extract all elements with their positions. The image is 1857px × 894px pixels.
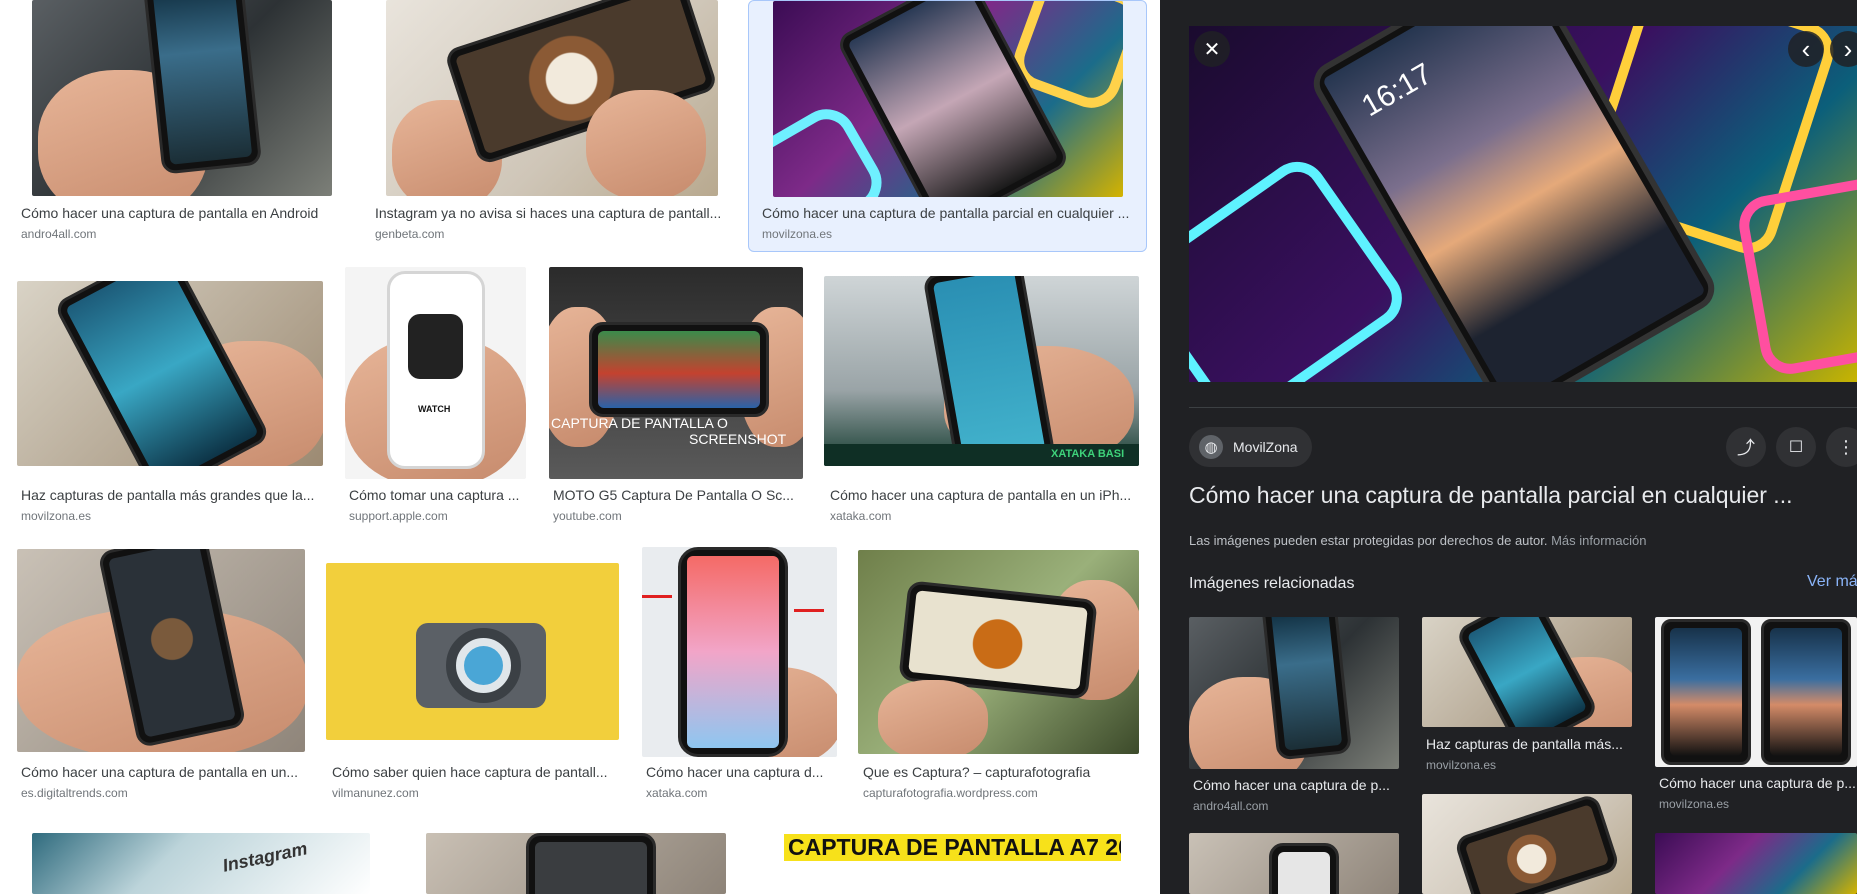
result-title[interactable]: Haz capturas de pantalla más grandes que… [21,487,326,503]
source-name: MovilZona [1233,439,1298,455]
result-image [773,1,1123,197]
result-tile[interactable]: Cómo hacer una captura de pantalla en An… [14,0,349,248]
share-icon[interactable]: ⤴ [1726,427,1766,467]
result-tile[interactable]: Cómo saber quien hace captura de pantall… [326,547,636,807]
related-tile[interactable]: Cómo hacer una captura de p... movilzona… [1655,617,1857,817]
related-source: movilzona.es [1659,797,1730,811]
result-image [426,833,726,894]
result-image: CAPTURA DE PANTALLA O SCREENSHOT [549,267,803,479]
overlay-text: CAPTURA DE PANTALLA A7 2018 [784,834,1121,861]
result-title[interactable]: Cómo hacer una captura de pantalla parci… [762,205,1137,221]
result-image [32,0,332,196]
result-source: capturafotografia.wordpress.com [863,786,1038,800]
related-title[interactable]: Cómo hacer una captura de p... [1659,775,1857,791]
preview-title[interactable]: Cómo hacer una captura de pantalla parci… [1189,482,1857,509]
result-source: movilzona.es [21,509,92,523]
result-tile[interactable]: Que es Captura? – capturafotografia capt… [858,547,1150,807]
result-source: andro4all.com [21,227,97,241]
result-tile[interactable]: Instagram ya no avisa si haces una captu… [368,0,738,248]
divider [1189,407,1857,408]
more-info-link[interactable]: Más información [1551,533,1646,548]
result-tile[interactable] [410,828,726,894]
overlay-text: SCREENSHOT [689,431,787,447]
result-tile[interactable]: CAPTURA DE PANTALLA A7 2018 [766,828,1126,894]
result-title[interactable]: Instagram ya no avisa si haces una captu… [375,205,730,221]
copyright-text: Las imágenes pueden estar protegidas por… [1189,533,1548,548]
result-title[interactable]: Cómo tomar una captura ... [349,487,529,503]
related-image [1189,617,1399,769]
result-image [326,563,619,740]
result-tile-selected[interactable]: Cómo hacer una captura de pantalla parci… [748,0,1147,252]
overlay-text: CAPTURA DE PANTALLA O [551,415,728,431]
result-tile[interactable]: Instagram [14,828,388,894]
related-image [1422,794,1632,894]
related-heading: Imágenes relacionadas [1189,575,1355,592]
overlay-text: Instagram [220,838,310,876]
overlay-text: WATCH [418,404,451,414]
result-tile[interactable]: XATAKA BASI Cómo hacer una captura de pa… [824,264,1147,526]
result-title[interactable]: Que es Captura? – capturafotografia [863,764,1143,780]
result-image: CAPTURA DE PANTALLA A7 2018 [766,828,1121,894]
result-source: support.apple.com [349,509,448,523]
related-title[interactable]: Cómo hacer una captura de p... [1193,777,1398,793]
result-source: youtube.com [553,509,622,523]
preview-panel: 16:17 ✕ ‹ › ◍ MovilZona ⤴ ☐ ⋮ Cómo hacer… [1160,0,1857,894]
source-chip[interactable]: ◍ MovilZona [1189,427,1312,467]
prev-icon[interactable]: ‹ [1788,31,1824,67]
result-title[interactable]: Cómo hacer una captura de pantalla en un… [21,764,313,780]
preview-clock: 16:17 [1356,57,1438,124]
related-tile[interactable]: Haz capturas de pantalla más... movilzon… [1422,617,1634,777]
result-tile[interactable]: Cómo hacer una captura d... xataka.com [642,547,842,807]
related-source: andro4all.com [1193,799,1269,813]
result-tile[interactable]: WATCH Cómo tomar una captura ... support… [345,264,535,526]
result-source: movilzona.es [762,227,833,241]
related-image [1422,617,1632,727]
more-options-icon[interactable]: ⋮ [1826,427,1857,467]
result-image [642,547,837,757]
result-source: xataka.com [646,786,708,800]
result-image: Instagram [32,833,370,894]
result-source: vilmanunez.com [332,786,419,800]
result-image: WATCH [345,267,526,479]
close-icon[interactable]: ✕ [1194,31,1230,67]
related-source: movilzona.es [1426,758,1497,772]
result-title[interactable]: Cómo saber quien hace captura de pantall… [332,764,626,780]
result-tile[interactable]: Haz capturas de pantalla más grandes que… [14,264,334,526]
preview-image[interactable]: 16:17 ✕ ‹ › [1189,26,1857,382]
see-more-link[interactable]: Ver má [1807,573,1857,591]
result-image [17,549,305,752]
result-image [17,281,323,466]
result-title[interactable]: Cómo hacer una captura de pantalla en An… [21,205,341,221]
copyright-notice: Las imágenes pueden estar protegidas por… [1189,533,1646,548]
result-title[interactable]: MOTO G5 Captura De Pantalla O Sc... [553,487,803,503]
overlay-text: XATAKA BASI [1051,448,1125,460]
result-image: XATAKA BASI [824,276,1139,466]
globe-icon: ◍ [1199,435,1223,459]
result-title[interactable]: Cómo hacer una captura de pantalla en un… [830,487,1140,503]
related-tile[interactable]: Cómo hacer una captura de p... andro4all… [1189,617,1401,817]
related-tile[interactable] [1422,794,1634,894]
result-tile[interactable]: CAPTURA DE PANTALLA O SCREENSHOT MOTO G5… [549,264,811,526]
related-title[interactable]: Haz capturas de pantalla más... [1426,736,1631,752]
result-image [858,550,1139,754]
result-tile[interactable]: Cómo hacer una captura de pantalla en un… [14,547,316,807]
next-icon[interactable]: › [1830,31,1857,67]
related-tile[interactable] [1189,833,1401,894]
image-search-page: Cómo hacer una captura de pantalla en An… [0,0,1857,894]
related-image [1655,617,1857,767]
result-source: genbeta.com [375,227,445,241]
bookmark-icon[interactable]: ☐ [1776,427,1816,467]
result-title[interactable]: Cómo hacer una captura d... [646,764,834,780]
related-image [1189,833,1399,894]
result-source: xataka.com [830,509,892,523]
result-image [386,0,718,196]
result-source: es.digitaltrends.com [21,786,128,800]
related-image [1655,833,1857,894]
related-tile[interactable] [1655,833,1857,894]
results-grid: Cómo hacer una captura de pantalla en An… [0,0,1160,894]
